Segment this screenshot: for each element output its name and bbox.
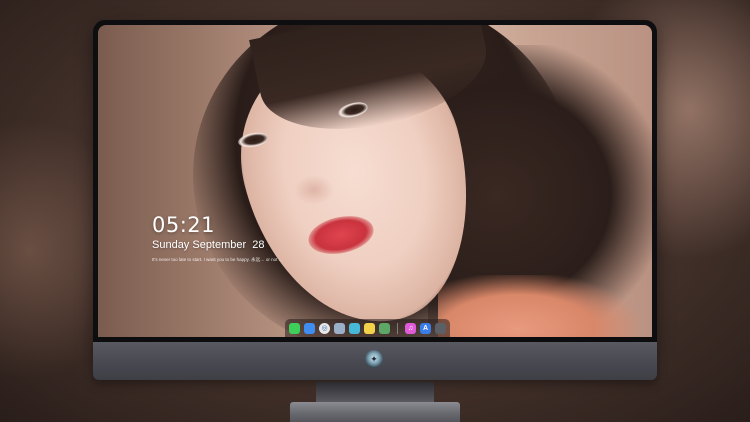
preview-icon[interactable] (334, 322, 345, 334)
finder-icon[interactable] (304, 322, 315, 334)
monitor-stand-base (290, 402, 460, 422)
lock-quote: It's never too late to start. I want you… (152, 257, 284, 262)
monitor-stand-neck (316, 382, 434, 404)
wallpaper-scene: 05:21 Sunday September 28 It's never too… (0, 0, 750, 422)
clock-date: Sunday September 28 (152, 239, 265, 251)
photos-viewer-icon[interactable] (379, 322, 390, 334)
notes-icon[interactable] (364, 322, 375, 334)
logo-icon: ✦ (365, 350, 383, 368)
wallpaper-nose (294, 175, 334, 205)
camera-icon[interactable] (435, 322, 446, 334)
itunes-icon[interactable]: ♫ (405, 322, 416, 334)
monitor: 05:21 Sunday September 28 It's never too… (93, 20, 657, 382)
claquette-icon[interactable] (349, 322, 360, 334)
messages-icon[interactable] (289, 322, 300, 334)
dock: ◎ ♫ A (285, 319, 450, 337)
dock-separator (397, 322, 398, 334)
app-store-icon[interactable]: A (420, 322, 431, 334)
desktop-screen[interactable]: 05:21 Sunday September 28 It's never too… (98, 25, 652, 337)
wallpaper-shoulder (438, 275, 638, 337)
safari-icon[interactable]: ◎ (319, 322, 330, 334)
monitor-bezel: 05:21 Sunday September 28 It's never too… (93, 20, 657, 342)
clock-time: 05:21 (152, 213, 216, 237)
